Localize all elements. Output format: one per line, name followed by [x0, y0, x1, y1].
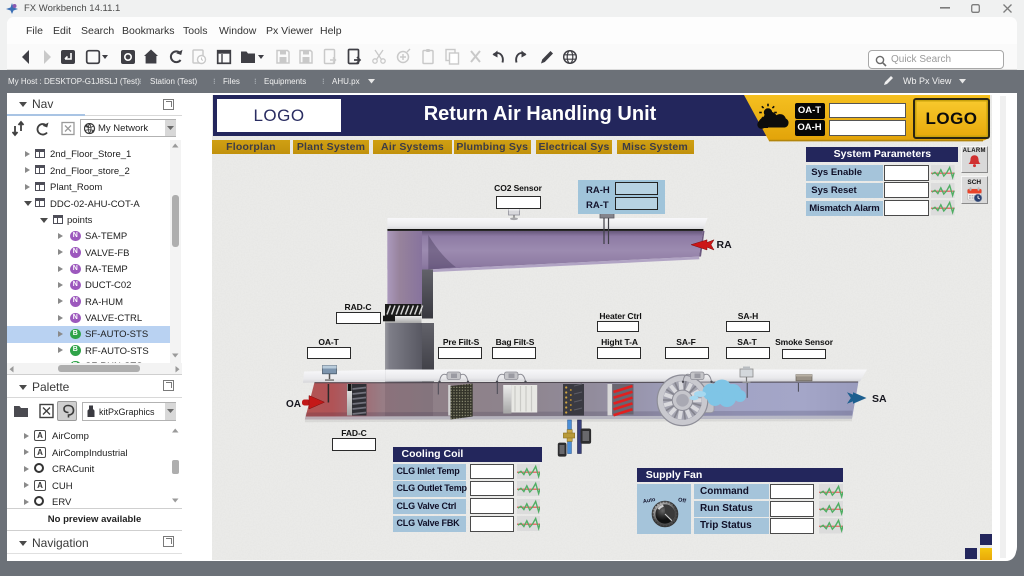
svg-text:RA: RA [717, 239, 733, 251]
svg-text:SA: SA [872, 393, 887, 405]
svg-text:OA: OA [286, 399, 301, 410]
